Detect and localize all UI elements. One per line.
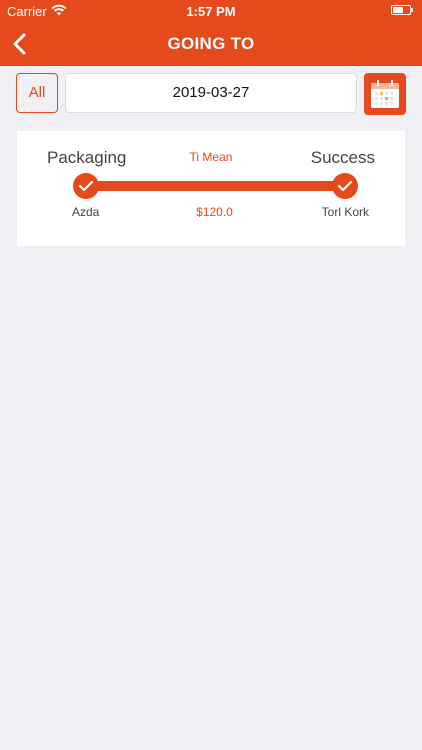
filter-row: All 2019-03-27 xyxy=(16,73,406,115)
from-check-node xyxy=(73,173,99,199)
to-stage-label: Success xyxy=(310,148,375,167)
check-icon xyxy=(78,180,94,192)
all-filter-button[interactable]: All xyxy=(16,73,58,113)
battery-icon xyxy=(391,5,413,15)
to-check-node xyxy=(332,173,358,199)
calendar-icon xyxy=(371,80,399,108)
calendar-button[interactable] xyxy=(364,73,406,115)
status-time: 1:57 PM xyxy=(186,4,236,19)
progress-track xyxy=(85,181,345,191)
page-title: GOING TO xyxy=(167,34,255,53)
to-place-label: Torl Kork xyxy=(321,205,369,219)
header-bar: Carrier 1:57 PM GOING TO xyxy=(0,0,422,66)
status-bar: Carrier 1:57 PM xyxy=(0,0,422,22)
check-icon xyxy=(337,180,353,192)
route-card[interactable]: Packaging Ti Mean Success Azda $120.0 To… xyxy=(17,131,405,246)
date-field[interactable]: 2019-03-27 xyxy=(65,73,357,113)
